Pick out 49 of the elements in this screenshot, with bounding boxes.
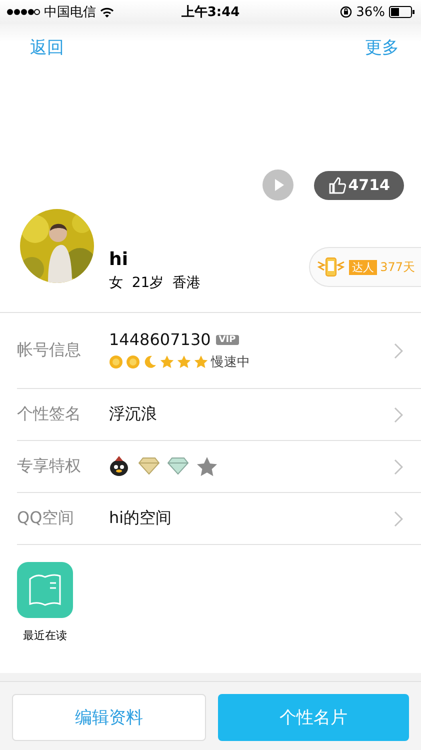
like-button[interactable]: 4714 (314, 170, 404, 200)
chevron-right-icon (394, 458, 403, 474)
signal-icon (6, 8, 40, 16)
expert-badge[interactable]: 达人 377天 (309, 247, 421, 287)
rotation-lock-icon (340, 6, 352, 18)
row-value: hi的空间 (109, 508, 172, 529)
star-icon (194, 355, 208, 369)
info-row[interactable]: 个性签名 浮沉浪 (17, 389, 421, 441)
chevron-right-icon (394, 510, 403, 526)
battery-icon (389, 6, 415, 18)
more-button[interactable]: 更多 (355, 34, 409, 60)
badge-days: 377天 (380, 258, 415, 276)
thumbs-up-icon (328, 176, 346, 194)
moon-icon (143, 355, 157, 369)
back-button[interactable]: 返回 (20, 34, 74, 60)
chevron-right-icon (394, 342, 403, 358)
row-label: 专享特权 (17, 456, 82, 477)
winged-phone-icon (316, 256, 346, 278)
row-value: 浮沉浪 (109, 404, 157, 425)
badge-label: 达人 (349, 260, 378, 274)
level-status: 慢速中 (211, 354, 250, 371)
wifi-icon (100, 6, 114, 18)
profile-name: hi (109, 249, 129, 270)
penguin-icon (109, 456, 131, 477)
diamond-icon (138, 456, 160, 477)
row-value: 1448607130 (109, 330, 211, 349)
star-icon (196, 456, 218, 477)
edit-profile-button[interactable]: 编辑资料 (12, 694, 206, 741)
sun-icon (109, 355, 123, 369)
battery-percent: 36% (356, 4, 385, 20)
carrier-name: 中国电信 (44, 4, 96, 21)
info-row[interactable]: 专享特权 (17, 441, 421, 493)
vip-badge: VIP (216, 334, 239, 344)
play-icon[interactable] (262, 169, 294, 201)
business-card-button[interactable]: 个性名片 (218, 694, 409, 741)
star-icon (160, 355, 174, 369)
row-label: 帐号信息 (17, 340, 82, 361)
clock-time: 上午3:44 (181, 4, 240, 21)
chevron-right-icon (394, 406, 403, 422)
star-icon (177, 355, 191, 369)
book-icon (17, 562, 73, 618)
profile-details: 女 21岁 香港 (109, 274, 202, 292)
info-row[interactable]: QQ空间 hi的空间 (17, 493, 421, 545)
diamond-icon (167, 456, 189, 477)
sun-icon (126, 355, 140, 369)
app-label: 最近在读 (23, 628, 67, 643)
row-label: QQ空间 (17, 508, 76, 529)
info-row[interactable]: 帐号信息 1448607130 VIP 慢速中 (17, 313, 421, 389)
row-label: 个性签名 (17, 404, 82, 425)
